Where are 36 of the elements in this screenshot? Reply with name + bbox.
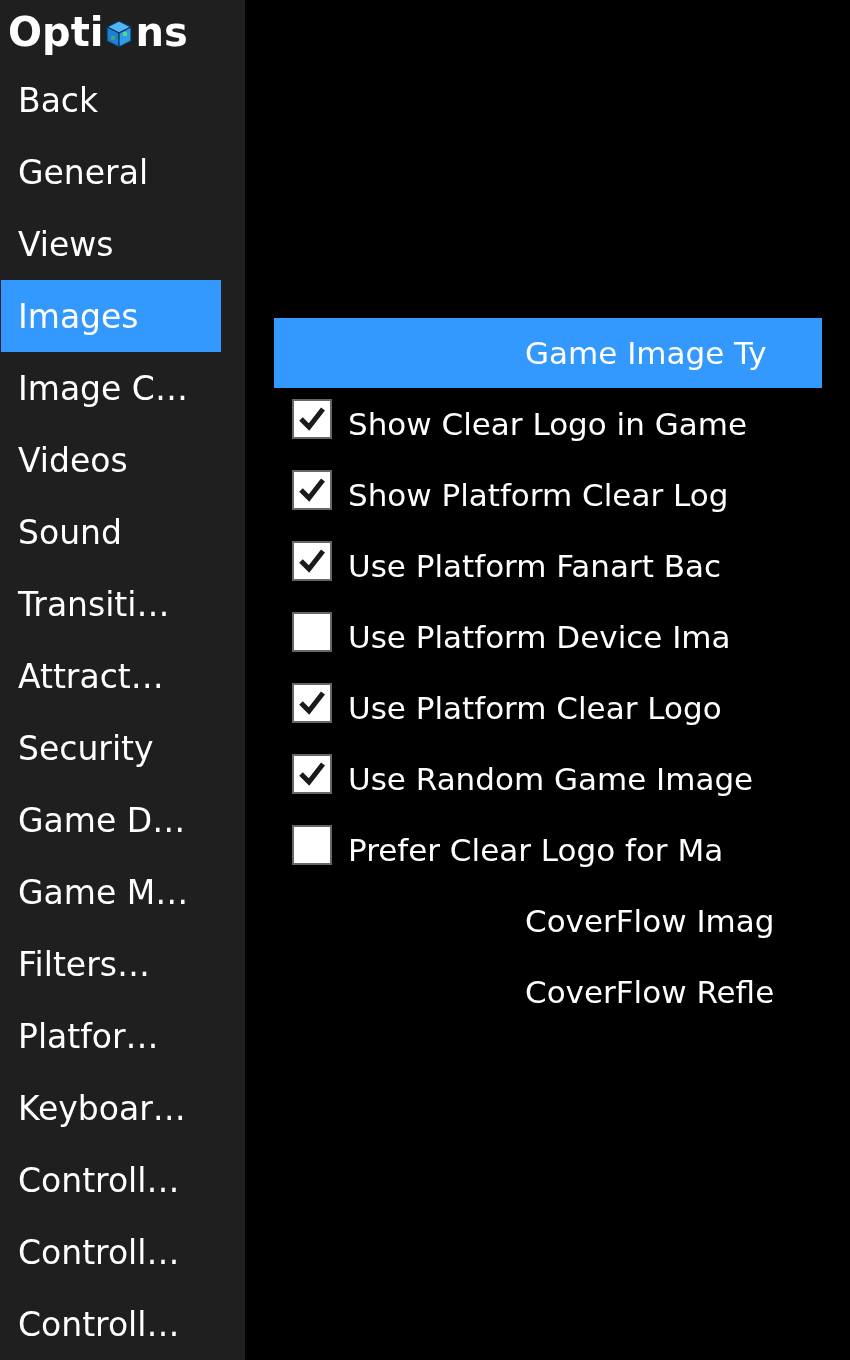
app-title-end: ns	[135, 9, 188, 55]
sidebar-item[interactable]: Platfor…	[1, 1000, 221, 1072]
sidebar-item[interactable]: Views	[1, 208, 221, 280]
checkbox-label: Use Random Game Image	[348, 760, 754, 797]
cube-icon	[104, 19, 135, 49]
sidebar-item[interactable]: Transiti…	[1, 568, 221, 640]
checkbox[interactable]	[292, 824, 332, 865]
sidebar-item[interactable]: Controll…	[1, 1144, 221, 1216]
checkbox[interactable]	[292, 469, 332, 510]
sidebar-item[interactable]: Keyboar…	[1, 1072, 221, 1144]
sidebar-item[interactable]: Controll…	[1, 1288, 221, 1360]
checkbox-label: Show Clear Logo in Game	[348, 405, 748, 442]
option-label[interactable]: CoverFlow Imag	[525, 902, 775, 939]
checkbox[interactable]	[292, 753, 332, 794]
sidebar-item[interactable]: Image C…	[1, 352, 221, 424]
checkbox-label: Prefer Clear Logo for Ma	[348, 831, 724, 868]
sidebar-item[interactable]: Back	[1, 64, 221, 136]
sidebar-item[interactable]: Game M…	[1, 856, 221, 928]
sidebar-item[interactable]: Security	[1, 712, 221, 784]
sidebar-item[interactable]: Game D…	[1, 784, 221, 856]
checkbox[interactable]	[292, 611, 332, 652]
checkbox[interactable]	[292, 540, 332, 581]
checkbox[interactable]	[292, 398, 332, 439]
option-label[interactable]: CoverFlow Refle	[525, 973, 775, 1010]
sidebar-item[interactable]: Videos	[1, 424, 221, 496]
sidebar-item[interactable]: Attract…	[1, 640, 221, 712]
sidebar-item[interactable]: Sound	[1, 496, 221, 568]
sidebar-item[interactable]: Filters…	[1, 928, 221, 1000]
sidebar-item[interactable]: Controll…	[1, 1216, 221, 1288]
checkbox-label: Use Platform Clear Logo	[348, 689, 722, 726]
sidebar-item[interactable]: General	[1, 136, 221, 208]
checkbox-label: Use Platform Device Ima	[348, 618, 731, 655]
checkbox[interactable]	[292, 682, 332, 723]
app-title-start: Opti	[8, 9, 104, 55]
checkbox-label: Show Platform Clear Log	[348, 476, 729, 513]
checkbox-label: Use Platform Fanart Bac	[348, 547, 722, 584]
